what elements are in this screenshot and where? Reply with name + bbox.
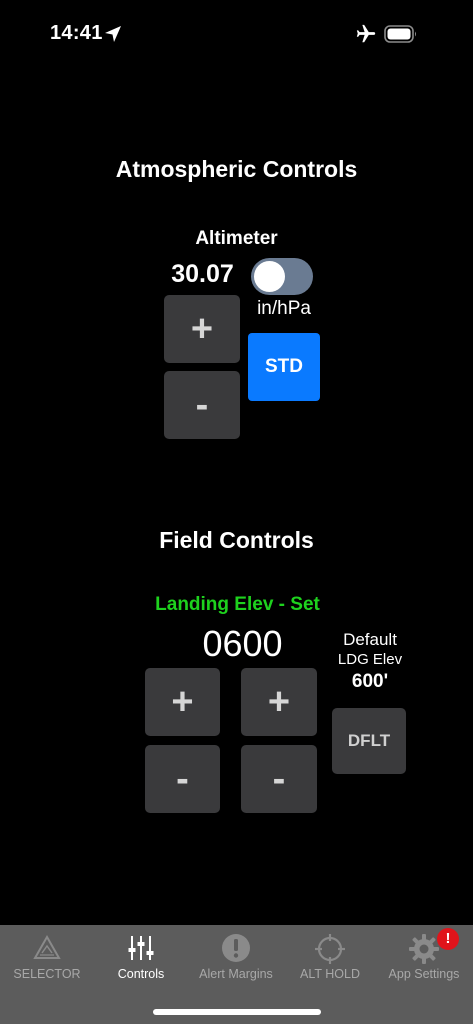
altimeter-label: Altimeter bbox=[195, 228, 278, 249]
tab-controls-label: Controls bbox=[117, 967, 165, 981]
tab-app-settings-label: App Settings bbox=[388, 967, 460, 981]
sliders-icon bbox=[128, 936, 154, 960]
default-label: Default bbox=[343, 630, 397, 649]
landing-elev-value: 0600 bbox=[202, 623, 283, 664]
tab-controls[interactable]: Controls bbox=[94, 925, 188, 995]
tens-plus-button[interactable]: + bbox=[241, 668, 317, 736]
units-label: in/hPa bbox=[257, 298, 311, 319]
selector-triangle-icon bbox=[33, 934, 61, 959]
tab-alert-margins-label: Alert Margins bbox=[199, 967, 273, 981]
default-sub-label: LDG Elev bbox=[337, 651, 403, 668]
settings-alert-badge: ! bbox=[437, 928, 459, 950]
tab-alt-hold[interactable]: ALT HOLD bbox=[283, 925, 377, 995]
tab-alt-hold-label: ALT HOLD bbox=[300, 967, 360, 981]
app-screen: 14:41 Atmospheric Controls Altimeter 30.… bbox=[0, 0, 473, 1024]
location-arrow-icon bbox=[105, 26, 121, 42]
gear-icon bbox=[409, 934, 439, 964]
dflt-button[interactable]: DFLT bbox=[332, 708, 406, 774]
atmospheric-controls-title: Atmospheric Controls bbox=[115, 156, 358, 182]
default-elev-value: 600' bbox=[351, 671, 389, 692]
status-time: 14:41 bbox=[50, 22, 103, 44]
altimeter-value: 30.07 bbox=[171, 260, 234, 288]
tab-selector-label: SELECTOR bbox=[13, 967, 81, 981]
airplane-icon bbox=[356, 24, 376, 43]
field-controls-title: Field Controls bbox=[159, 527, 314, 553]
tens-minus-button[interactable]: - bbox=[241, 745, 317, 813]
std-button[interactable]: STD bbox=[248, 333, 320, 401]
tab-alert-margins[interactable]: Alert Margins bbox=[189, 925, 283, 995]
units-toggle[interactable] bbox=[251, 258, 313, 295]
altimeter-minus-button[interactable]: - bbox=[164, 371, 240, 439]
hundreds-minus-button[interactable]: - bbox=[145, 745, 220, 813]
alert-exclamation-icon bbox=[222, 934, 250, 962]
crosshair-icon bbox=[315, 934, 345, 964]
home-indicator[interactable] bbox=[153, 1009, 321, 1015]
landing-elev-label: Landing Elev - Set bbox=[155, 594, 320, 615]
tab-selector[interactable]: SELECTOR bbox=[0, 925, 94, 995]
altimeter-plus-button[interactable]: + bbox=[164, 295, 240, 363]
toggle-knob bbox=[254, 261, 285, 292]
hundreds-plus-button[interactable]: + bbox=[145, 668, 220, 736]
battery-icon bbox=[384, 25, 416, 43]
